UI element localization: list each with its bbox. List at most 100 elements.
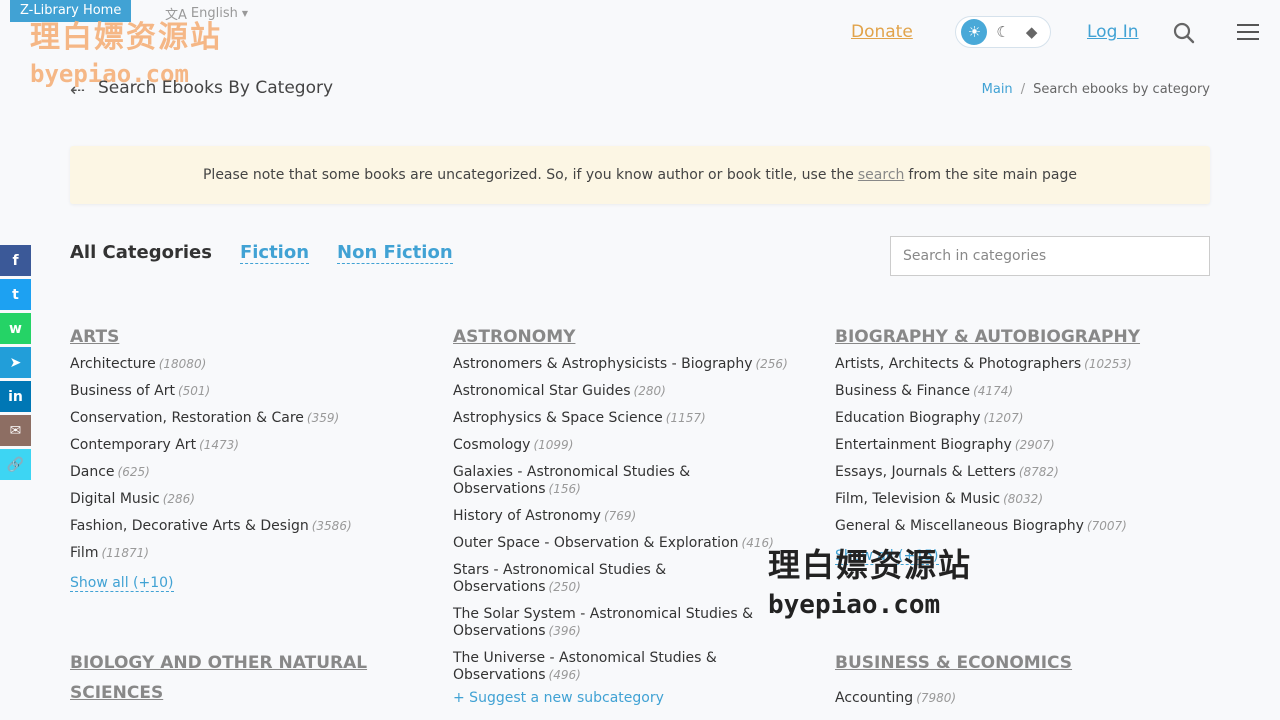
subcategory-label: Astronomical Star Guides [453,383,631,399]
subcategory-item[interactable]: The Universe - Astonomical Studies & Obs… [453,650,793,684]
subcategory-count: (496) [548,668,581,682]
tab-non-fiction[interactable]: Non Fiction [337,242,453,264]
back-arrow-icon[interactable]: ⇠ [70,80,85,101]
subcategory-item[interactable]: Fashion, Decorative Arts & Design (3586) [70,518,440,535]
subcategory-count: (1157) [665,411,706,425]
donate-link[interactable]: Donate [851,22,913,42]
subcategory-item[interactable]: Essays, Journals & Letters (8782) [835,464,1205,481]
tab-fiction[interactable]: Fiction [239,242,310,264]
facebook-icon[interactable]: f [0,245,31,276]
twitter-icon[interactable]: t [0,279,31,310]
subcategory-label: Conservation, Restoration & Care [70,410,304,426]
subcategory-item[interactable]: Dance (625) [70,464,440,481]
subcategory-label: Dance [70,464,115,480]
breadcrumb: Main / Search ebooks by category [982,82,1210,97]
category-column-astronomy: ASTRONOMY Astronomers & Astrophysicists … [453,322,793,706]
subcategory-label: Film, Television & Music [835,491,1001,507]
subcategory-item[interactable]: Business & Finance (4174) [835,383,1205,400]
subcategory-label: Astrophysics & Space Science [453,410,663,426]
subcategory-item[interactable]: Business of Art (501) [70,383,440,400]
link-icon[interactable]: 🔗 [0,449,31,480]
subcategory-count: (1473) [199,438,239,452]
whatsapp-icon[interactable]: w [0,313,31,344]
subcategory-count: (1099) [533,438,574,452]
breadcrumb-main-link[interactable]: Main [982,82,1013,97]
suggest-subcategory-link[interactable]: + Suggest a new subcategory [453,690,793,706]
subcategory-item[interactable]: Stars - Astronomical Studies & Observati… [453,562,793,596]
subcategory-label: Architecture [70,356,156,372]
subcategory-count: (11871) [101,546,149,560]
subcategory-item[interactable]: Entertainment Biography (2907) [835,437,1205,454]
category-column-arts: ARTS Architecture (18080) Business of Art(… [70,322,440,592]
subcategory-item[interactable]: Artists, Architects & Photographers (1025… [835,356,1205,373]
subcategory-label: Artists, Architects & Photographers [835,356,1082,372]
subcategory-count: (18080) [158,357,207,371]
subcategory-item[interactable]: Outer Space - Observation & Exploration(… [453,535,793,552]
subcategory-item[interactable]: History of Astronomy (769) [453,508,793,525]
email-icon[interactable]: ✉ [0,415,31,446]
subcategory-item[interactable]: Digital Music (286) [70,491,440,508]
subcategory-item[interactable]: General & Miscellaneous Biography (7007) [835,518,1205,535]
subcategory-count: (280) [633,384,666,398]
subcategory-count: (501) [177,384,211,398]
hamburger-menu-icon[interactable] [1236,22,1260,42]
page-title: Search Ebooks By Category [98,78,334,98]
subcategory-item[interactable]: Astronomical Star Guides (280) [453,383,793,400]
telegram-icon[interactable]: ➤ [0,347,31,378]
category-heading[interactable]: BIOGRAPHY & AUTOBIOGRAPHY [835,322,1205,352]
subcategory-item[interactable]: Astrophysics & Space Science (1157) [453,410,793,427]
subcategory-label: Fashion, Decorative Arts & Design [70,518,309,534]
category-search-input[interactable] [890,236,1210,276]
subcategory-item[interactable]: The Solar System - Astronomical Studies … [453,606,793,640]
category-heading[interactable]: ASTRONOMY [453,322,793,352]
theme-toggle[interactable]: ☀ ☾ ◆ [955,16,1051,48]
subcategory-label: Digital Music [70,491,160,507]
category-heading-biology[interactable]: BIOLOGY AND OTHER NATURAL SCIENCES [70,648,380,708]
notice-text-before: Please note that some books are uncatego… [202,167,854,183]
moon-icon[interactable]: ☾ [990,19,1016,45]
subcategory-item[interactable]: Cosmology (1099) [453,437,793,454]
login-link[interactable]: Log In [1087,22,1139,42]
subcategory-item[interactable]: Contemporary Art (1473) [70,437,440,454]
subcategory-count: (10253) [1084,357,1132,371]
subcategory-count: (7007) [1086,519,1127,533]
subcategory-count: (1207) [983,411,1024,425]
subcategory-count: (3586) [311,519,352,533]
subcategory-label: Film [70,545,99,561]
subcategory-item[interactable]: Accounting (7980) [835,690,956,707]
subcategory-label: Entertainment Biography [835,437,1012,453]
subcategory-item[interactable]: Astronomers & Astrophysicists - Biograph… [453,356,793,373]
tab-all-categories[interactable]: All Categories [70,242,212,263]
category-heading[interactable]: ARTS [70,322,440,352]
category-list-business: Accounting (7980) [835,690,956,717]
subcategory-item[interactable]: Conservation, Restoration & Care (359) [70,410,440,427]
subcategory-count: (250) [548,580,581,594]
subcategory-label: Outer Space - Observation & Exploration [453,535,739,551]
subcategory-label: Accounting [835,690,914,706]
subcategory-item[interactable]: Education Biography (1207) [835,410,1205,427]
subcategory-label: Essays, Journals & Letters [835,464,1016,480]
subcategory-count: (7980) [916,691,957,705]
notice-search-link[interactable]: search [858,167,905,183]
subcategory-item[interactable]: Architecture (18080) [70,356,440,373]
subcategory-count: (156) [548,482,581,496]
subcategory-count: (8032) [1003,492,1043,506]
category-heading-business[interactable]: BUSINESS & ECONOMICS [835,648,1072,678]
breadcrumb-separator: / [1020,82,1026,97]
subcategory-item[interactable]: Film, Television & Music (8032) [835,491,1205,508]
subcategory-label: Contemporary Art [70,437,197,453]
subcategory-count: (2907) [1014,438,1055,452]
subcategory-label: Business & Finance [835,383,971,399]
subcategory-label: Cosmology [453,437,531,453]
subcategory-label: The Universe - Astonomical Studies & Obs… [453,650,717,683]
paint-bucket-icon[interactable]: ◆ [1019,19,1045,45]
uncategorized-notice: Please note that some books are uncatego… [70,146,1210,204]
search-icon[interactable] [1172,21,1196,45]
subcategory-item[interactable]: Film (11871) [70,545,440,562]
subcategory-count: (769) [603,509,637,523]
subcategory-count: (396) [548,624,581,638]
sun-icon[interactable]: ☀ [961,19,988,45]
show-all-link[interactable]: Show all (+10) [70,575,174,592]
subcategory-item[interactable]: Galaxies - Astronomical Studies & Observ… [453,464,793,498]
linkedin-icon[interactable]: in [0,381,31,412]
